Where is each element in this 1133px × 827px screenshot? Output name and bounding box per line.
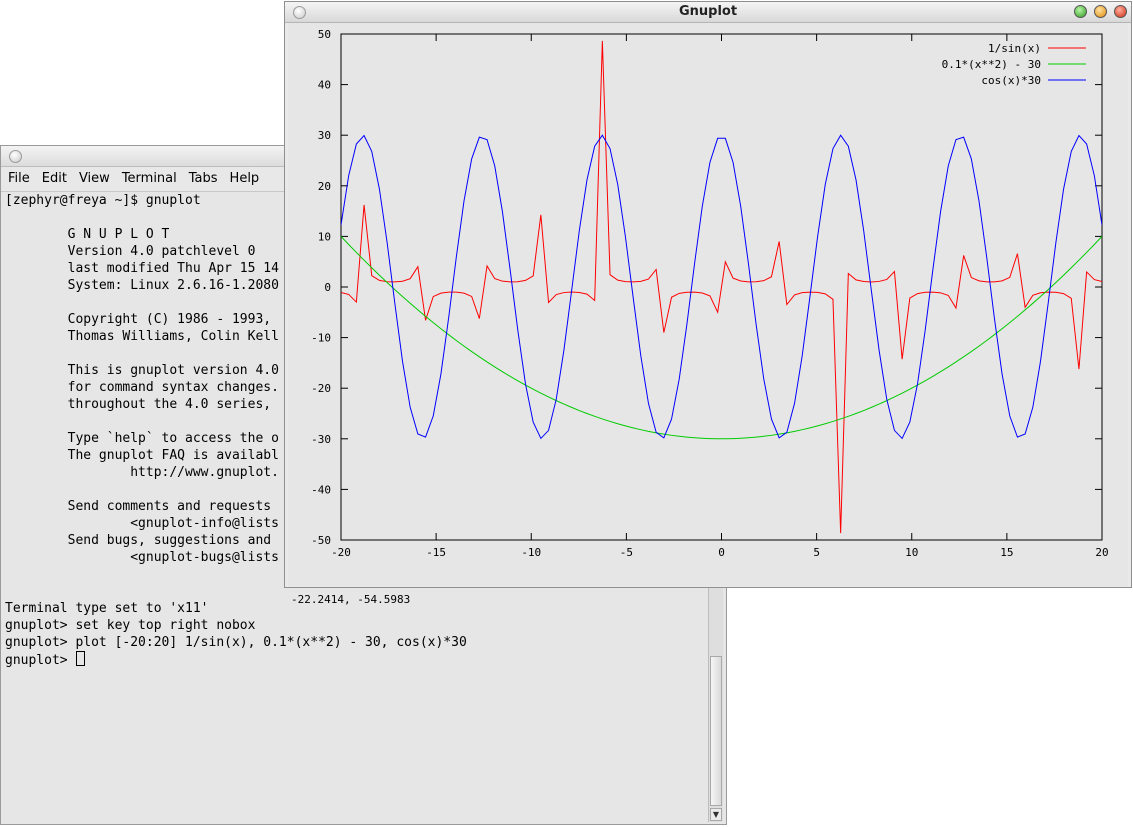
y-tick-label: 30 [318,129,331,142]
y-tick-label: 40 [318,79,331,92]
y-tick-label: -50 [311,534,331,547]
menu-edit[interactable]: Edit [35,167,72,188]
x-tick-label: 0 [718,546,725,559]
scroll-down-arrow-icon[interactable]: ▼ [710,808,722,821]
mouse-coordinates-readout: -22.2414, -54.5983 [291,593,411,606]
y-tick-label: 50 [318,28,331,41]
terminal-prompt-line[interactable]: gnuplot> [5,651,713,668]
x-tick-label: 20 [1095,546,1108,559]
menu-terminal[interactable]: Terminal [115,167,182,188]
x-tick-label: 15 [1000,546,1013,559]
terminal-line: gnuplot> plot [-20:20] 1/sin(x), 0.1*(x*… [5,635,467,650]
menu-help[interactable]: Help [223,167,265,188]
menu-tabs[interactable]: Tabs [182,167,223,188]
x-tick-label: -10 [521,546,541,559]
maximize-button[interactable] [1074,5,1087,18]
legend-label: 0.1*(x**2) - 30 [942,58,1041,71]
menu-view[interactable]: View [72,167,115,188]
terminal-line: gnuplot> set key top right nobox [5,618,256,633]
series-line [341,40,1102,534]
plot-svg[interactable]: -20 -15 -10 -5 0 5 10 15 20-50-40-30-20-10010203… [288,23,1128,572]
y-tick-label: 0 [324,281,331,294]
text-cursor [76,651,86,666]
window-title: Gnuplot [678,4,738,19]
y-tick-label: 20 [318,180,331,193]
menu-file[interactable]: File [1,167,35,188]
minimize-button[interactable] [1094,5,1107,18]
scrollbar-thumb[interactable] [710,656,722,806]
x-tick-label: 10 [905,546,918,559]
plot-canvas[interactable]: -20 -15 -10 -5 0 5 10 15 20 -50 -40 -30 -20 -10 0 10 20 3… [288,23,1128,606]
gnuplot-titlebar[interactable]: Gnuplot [285,2,1131,23]
y-tick-label: -20 [311,382,331,395]
y-tick-label: 10 [318,230,331,243]
legend-label: 1/sin(x) [988,42,1041,55]
window-menu-icon[interactable] [9,150,22,163]
legend-label: cos(x)*30 [981,74,1041,87]
x-tick-label: -20 [331,546,351,559]
prompt-text: gnuplot> [5,653,76,668]
y-tick-label: -10 [311,332,331,345]
x-tick-label: -15 [426,546,446,559]
terminal-scrollbar[interactable]: ▼ [708,588,723,822]
y-tick-label: -30 [311,433,331,446]
gnuplot-window[interactable]: Gnuplot -20 -15 -10 -5 0 5 10 15 20 -50 -40 -30 -20-… [284,1,1132,606]
y-tick-label: -40 [311,483,331,496]
close-button[interactable] [1114,5,1127,18]
x-tick-label: -5 [620,546,633,559]
x-tick-label: 5 [813,546,820,559]
